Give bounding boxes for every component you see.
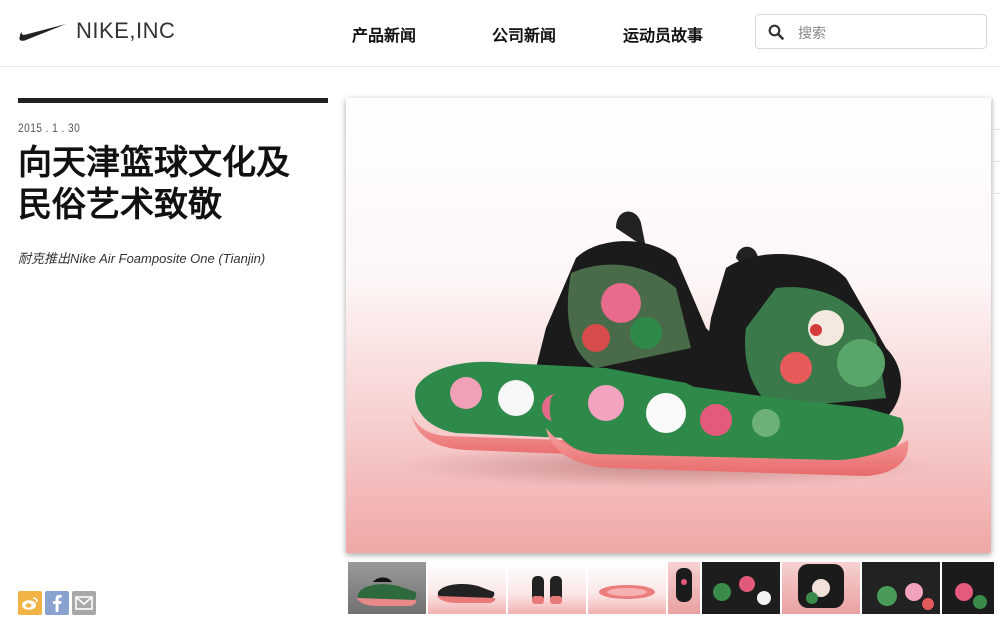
thumbnail-image	[437, 584, 496, 603]
article-title: 向天津篮球文化及 民俗艺术致敬	[18, 142, 328, 226]
thumbnail-image	[702, 562, 780, 614]
mail-icon	[75, 596, 93, 610]
share-bar	[18, 591, 96, 615]
weibo-share-button[interactable]	[18, 591, 42, 615]
gallery-thumbnails	[348, 562, 1000, 621]
thumbnail-image	[676, 568, 692, 602]
gallery-thumbnail[interactable]	[348, 562, 426, 614]
gallery-thumbnail[interactable]	[428, 562, 506, 614]
gallery-thumbnail[interactable]	[508, 562, 586, 614]
gallery-thumbnail[interactable]	[668, 562, 700, 614]
side-tools	[992, 98, 1000, 194]
title-rule	[18, 98, 328, 103]
thumbnail-image	[532, 576, 562, 604]
gallery-thumbnail[interactable]	[702, 562, 780, 614]
nav-item-product-news[interactable]: 产品新闻	[352, 22, 416, 46]
facebook-share-button[interactable]	[45, 591, 69, 615]
article-subtitle: 耐克推出Nike Air Foamposite One (Tianjin)	[18, 251, 266, 266]
thumbnail-image	[357, 577, 417, 606]
thumbnail-image	[942, 562, 994, 614]
gallery-thumbnail[interactable]	[862, 562, 940, 614]
article-date: 2015 . 1 . 30	[18, 121, 81, 135]
article-title-line-2: 民俗艺术致敬	[18, 186, 222, 224]
thumbnail-image	[862, 562, 940, 614]
nav-item-athlete-stories[interactable]: 运动员故事	[623, 22, 703, 46]
site-header: NIKE,INC 产品新闻 公司新闻 运动员故事	[0, 0, 1000, 67]
gallery-thumbnail[interactable]	[782, 562, 860, 614]
search-icon[interactable]	[768, 24, 784, 40]
gallery-thumbnail[interactable]	[588, 562, 666, 614]
article-title-line-1: 向天津篮球文化及	[18, 144, 290, 182]
thumbnail-image	[798, 564, 844, 608]
hero-product-image[interactable]	[346, 98, 991, 553]
nav-item-company-news[interactable]: 公司新闻	[492, 22, 556, 46]
sneaker-pair-image	[396, 211, 936, 488]
search-input[interactable]	[796, 21, 980, 45]
mail-share-button[interactable]	[72, 591, 96, 615]
thumbnail-image	[599, 585, 655, 599]
gallery-thumbnail[interactable]	[942, 562, 994, 614]
search-box[interactable]	[755, 14, 987, 49]
weibo-icon	[22, 597, 38, 610]
facebook-icon	[53, 595, 62, 612]
